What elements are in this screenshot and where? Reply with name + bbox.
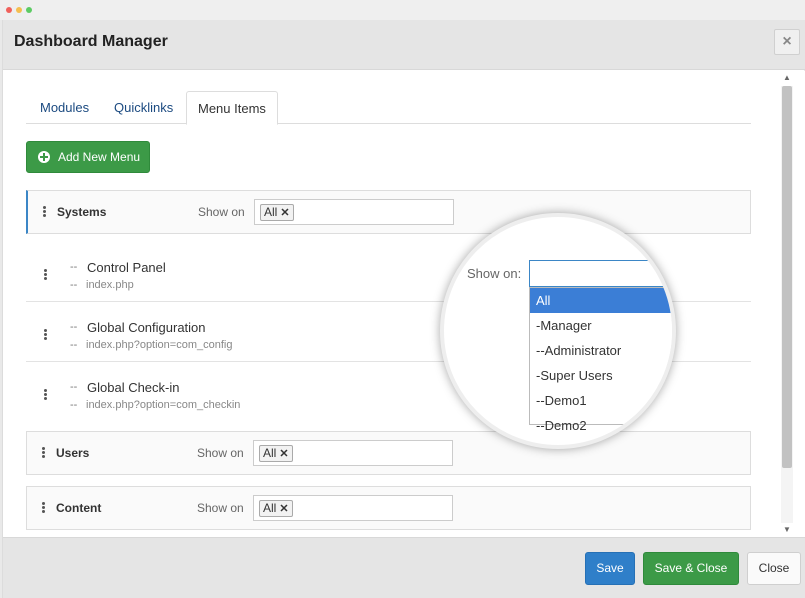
group-title: Users	[56, 446, 90, 460]
item-link: index.php?option=com_config	[86, 339, 233, 351]
dropdown-option[interactable]: --Demo1	[530, 388, 672, 413]
selected-tag: All ✕	[259, 500, 293, 517]
item-link: index.php?option=com_checkin	[86, 399, 241, 411]
show-on-field[interactable]: All ✕	[253, 495, 453, 521]
modal-footer: Save Save & Close Close	[3, 537, 805, 598]
tab-bar: Modules Quicklinks Menu Items	[26, 91, 751, 125]
item-link: index.php	[86, 279, 134, 291]
modal-body: Modules Quicklinks Menu Items Add New Me…	[3, 71, 805, 537]
item-prefix: --	[70, 321, 78, 333]
drag-handle-icon[interactable]	[44, 269, 47, 280]
show-on-label: Show on:	[467, 266, 522, 281]
drag-handle-icon[interactable]	[44, 329, 47, 340]
window-titlebar	[0, 0, 805, 20]
dropdown-option[interactable]: All	[530, 288, 672, 313]
dropdown-option[interactable]: -Manager	[530, 313, 672, 338]
modal-title: Dashboard Manager	[14, 33, 168, 50]
item-link-prefix: --	[70, 399, 78, 411]
show-on-label: Show on	[197, 446, 244, 460]
drag-handle-icon[interactable]	[43, 206, 46, 217]
remove-tag-icon[interactable]: ✕	[280, 207, 289, 219]
scroll-thumb[interactable]	[782, 86, 792, 468]
selected-tag: All ✕	[260, 204, 294, 221]
dropdown-option[interactable]: --Administrator	[530, 338, 672, 363]
scroll-up-icon[interactable]: ▲	[783, 73, 791, 82]
item-title: Global Configuration	[87, 320, 206, 335]
save-button[interactable]: Save	[585, 552, 635, 585]
show-on-search-input[interactable]	[529, 260, 672, 287]
drag-handle-icon[interactable]	[42, 447, 45, 458]
menu-group-content[interactable]: Content Show on All ✕	[26, 486, 751, 530]
drag-handle-icon[interactable]	[42, 502, 45, 513]
close-icon[interactable]: ×	[774, 29, 800, 55]
show-on-field[interactable]: All ✕	[254, 199, 454, 225]
show-on-label: Show on	[198, 205, 245, 219]
group-title: Content	[56, 501, 102, 515]
close-window-dot[interactable]	[6, 7, 12, 13]
remove-tag-icon[interactable]: ✕	[279, 503, 288, 515]
tab-modules[interactable]: Modules	[29, 91, 100, 124]
item-prefix: --	[70, 261, 78, 273]
plus-circle-icon	[38, 151, 50, 163]
item-prefix: --	[70, 381, 78, 393]
item-link-prefix: --	[70, 279, 78, 291]
remove-tag-icon[interactable]: ✕	[279, 448, 288, 460]
group-title: Systems	[57, 205, 107, 219]
add-new-menu-button[interactable]: Add New Menu	[26, 141, 150, 173]
vertical-scrollbar[interactable]: ▲ ▼	[780, 71, 794, 537]
magnifier-zoom-overlay: Show on: All -Manager --Administrator -S…	[440, 213, 676, 449]
drag-handle-icon[interactable]	[44, 389, 47, 400]
selected-tag: All ✕	[259, 445, 293, 462]
save-and-close-button[interactable]: Save & Close	[643, 552, 739, 585]
minimize-window-dot[interactable]	[16, 7, 22, 13]
item-link-prefix: --	[70, 339, 78, 351]
item-title: Control Panel	[87, 260, 166, 275]
item-title: Global Check-in	[87, 380, 180, 395]
modal-header: Dashboard Manager ×	[3, 20, 805, 70]
show-on-dropdown: All -Manager --Administrator -Super User…	[529, 287, 672, 433]
dropdown-option[interactable]: --Demo2	[530, 413, 672, 438]
dashboard-manager-modal: Dashboard Manager × Modules Quicklinks M…	[2, 20, 805, 598]
tab-menu-items[interactable]: Menu Items	[186, 91, 278, 125]
show-on-label: Show on	[197, 501, 244, 515]
scroll-down-icon[interactable]: ▼	[783, 525, 791, 534]
add-new-menu-label: Add New Menu	[58, 150, 141, 164]
close-button[interactable]: Close	[747, 552, 801, 585]
show-on-field[interactable]: All ✕	[253, 440, 453, 466]
dropdown-option[interactable]: -Super Users	[530, 363, 672, 388]
maximize-window-dot[interactable]	[26, 7, 32, 13]
menu-group-systems[interactable]: Systems Show on All ✕	[26, 190, 751, 234]
tab-quicklinks[interactable]: Quicklinks	[103, 91, 184, 124]
